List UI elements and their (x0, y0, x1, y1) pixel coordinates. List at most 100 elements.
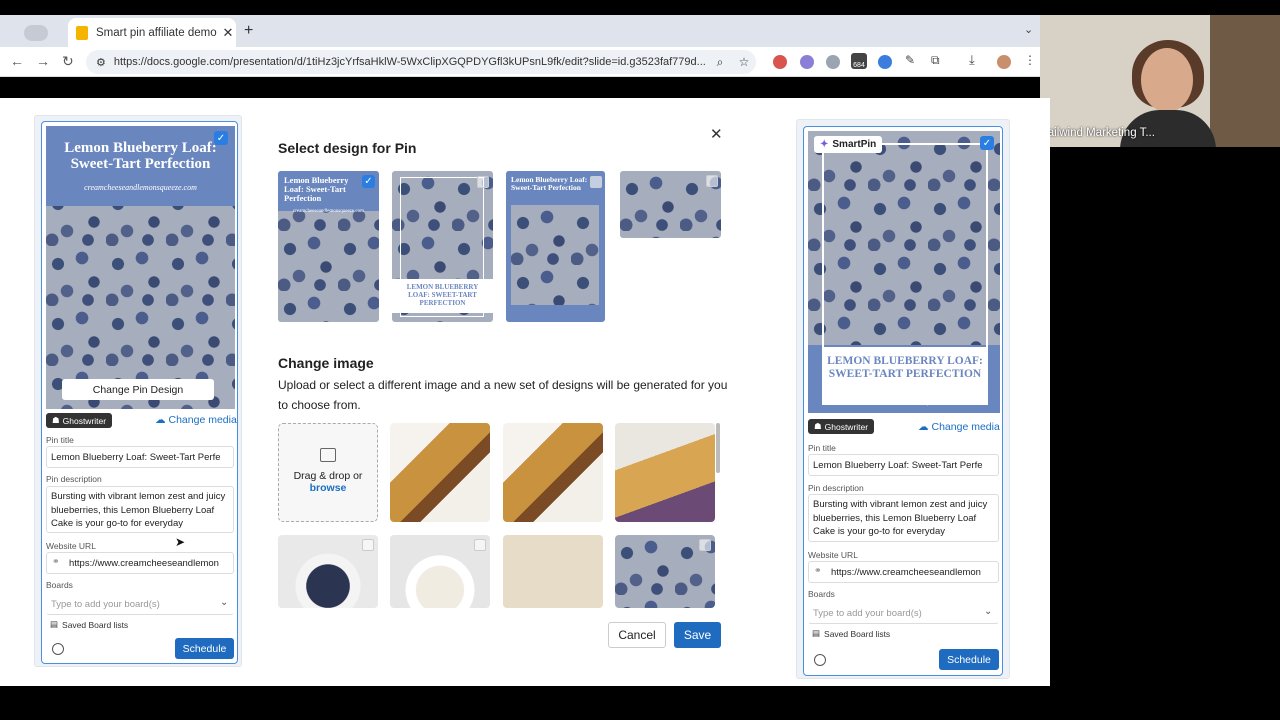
cloud-upload-icon: ☁ (918, 421, 929, 433)
thumb-checkbox[interactable] (699, 539, 711, 551)
download-icon[interactable]: ⤓ (969, 52, 983, 67)
left-pin-site: creamcheeseandlemonsqueeze.com (84, 183, 197, 192)
pin-description-textarea[interactable]: Bursting with vibrant lemon zest and jui… (808, 494, 999, 542)
design-option-4[interactable] (620, 171, 721, 238)
website-url-input[interactable]: https://www.creamcheeseandlemon (46, 552, 234, 574)
presenter-name: Tailwind Marketing T... (1042, 127, 1155, 139)
saved-board-lists-link[interactable]: ▤ Saved Board lists (50, 619, 128, 630)
left-pin-headline: Lemon Blueberry Loaf: Sweet-Tart Perfect… (64, 140, 217, 172)
design-3-checkbox[interactable] (590, 176, 602, 188)
extension-icon[interactable] (878, 55, 892, 69)
puzzle-icon[interactable]: ⧉ (931, 53, 945, 67)
browser-tab-active[interactable]: Smart pin affiliate demo - Go ✕ (68, 18, 236, 47)
save-button[interactable]: Save (674, 622, 721, 648)
site-settings-icon[interactable]: ⚙ (96, 56, 106, 69)
pin-title-input[interactable]: Lemon Blueberry Loaf: Sweet-Tart Perfe (46, 446, 234, 468)
close-tab-icon[interactable]: ✕ (220, 25, 236, 41)
design-option-2[interactable]: LEMON BLUEBERRY LOAF: SWEET-TART PERFECT… (392, 171, 493, 322)
boards-input[interactable]: Type to add your board(s) (808, 602, 999, 624)
change-media-button[interactable]: ☁ Change media (155, 414, 237, 426)
tab-search-chevron-icon[interactable]: ⌄ (1024, 23, 1033, 36)
profile-avatar[interactable] (997, 55, 1011, 69)
ghostwriter-icon: ☗ (52, 415, 60, 425)
clock-icon[interactable] (814, 654, 826, 666)
pen-icon[interactable]: ✎ (905, 53, 919, 67)
pin-title-label: Pin title (808, 443, 836, 453)
thumb-checkbox[interactable] (474, 539, 486, 551)
ghostwriter-label: Ghostwriter (62, 415, 107, 426)
image-thumb-blueberries[interactable] (615, 535, 715, 608)
bookmark-star-icon[interactable]: ☆ (732, 55, 756, 69)
forward-arrow-icon[interactable]: → (36, 53, 50, 69)
slides-favicon-icon (76, 25, 88, 40)
boards-label: Boards (808, 589, 835, 599)
tab-group-button[interactable] (14, 18, 58, 47)
pin-description-textarea[interactable]: Bursting with vibrant lemon zest and jui… (46, 486, 234, 533)
design-option-3[interactable]: Lemon Blueberry Loaf: Sweet-Tart Perfect… (506, 171, 605, 322)
schedule-button[interactable]: Schedule (175, 638, 234, 659)
extension-badge-count: 684 (853, 62, 865, 69)
url-text: https://docs.google.com/presentation/d/1… (113, 56, 706, 68)
boards-input[interactable]: Type to add your board(s) (46, 593, 234, 615)
ghostwriter-button[interactable]: ☗ Ghostwriter (808, 419, 875, 434)
left-card-checkbox[interactable]: ✓ (214, 131, 228, 145)
boards-placeholder: Type to add your board(s) (813, 607, 922, 619)
change-pin-design-button[interactable]: Change Pin Design (62, 379, 214, 400)
image-thumb-batter[interactable] (503, 535, 603, 608)
saved-board-lists-label: Saved Board lists (62, 619, 129, 630)
extension-icon[interactable] (800, 55, 814, 69)
left-pin-image: Lemon Blueberry Loaf: Sweet-Tart Perfect… (46, 126, 235, 409)
design-3-photo (511, 205, 599, 305)
new-tab-button[interactable]: + (244, 22, 253, 40)
browse-link[interactable]: browse (310, 482, 347, 494)
design-3-headline: Lemon Blueberry Loaf: Sweet-Tart Perfect… (511, 175, 588, 192)
ghostwriter-button[interactable]: ☗ Ghostwriter (46, 413, 113, 428)
link-icon: ⚭ (52, 556, 60, 566)
cancel-button[interactable]: Cancel (608, 622, 666, 648)
extension-badge-icon[interactable]: 684 (851, 53, 867, 69)
change-media-button[interactable]: ☁ Change media (918, 421, 1000, 433)
clock-icon[interactable] (52, 643, 64, 655)
image-thumb-flour-bowl[interactable] (390, 535, 490, 608)
design-option-1[interactable]: Lemon Blueberry Loaf: Sweet-Tart Perfect… (278, 171, 379, 322)
change-image-description: Upload or select a different image and a… (278, 378, 728, 412)
website-url-input[interactable]: https://www.creamcheeseandlemon (808, 561, 999, 583)
close-modal-icon[interactable]: ✕ (710, 125, 723, 143)
browser-tab-bar: Smart pin affiliate demo - Go ✕ + ⌄ (0, 15, 1040, 47)
right-pin-image: LEMON BLUEBERRY LOAF: SWEET-TART PERFECT… (808, 131, 1000, 413)
tab-group-icon (24, 24, 48, 41)
tab-title: Smart pin affiliate demo - Go (96, 26, 220, 39)
omnibox[interactable]: ⚙ https://docs.google.com/presentation/d… (86, 50, 756, 74)
design-1-site: creamcheeseandlemonsqueeze.com (293, 209, 364, 214)
schedule-button[interactable]: Schedule (939, 649, 999, 670)
change-media-label: Change media (168, 414, 237, 426)
right-card-checkbox[interactable]: ✓ (980, 136, 994, 150)
saved-board-lists-link[interactable]: ▤ Saved Board lists (812, 628, 890, 639)
clipboard-icon: ▤ (812, 628, 821, 638)
back-arrow-icon[interactable]: ← (10, 53, 24, 69)
image-thumb-loaf-1[interactable] (390, 423, 490, 522)
browser-menu-icon[interactable]: ⋮ (1024, 53, 1038, 67)
drag-drop-text: Drag & drop or (293, 470, 363, 482)
boards-label: Boards (46, 580, 73, 590)
change-media-label: Change media (931, 421, 1000, 433)
image-thumb-loaf-2[interactable] (503, 423, 603, 522)
image-thumb-blueberries-bowl[interactable] (278, 535, 378, 608)
reload-icon[interactable]: ↻ (62, 53, 74, 70)
thumb-checkbox[interactable] (362, 539, 374, 551)
website-url-label: Website URL (808, 550, 858, 560)
zoom-icon[interactable]: ⌕ (708, 55, 732, 70)
extension-icon[interactable] (826, 55, 840, 69)
clipboard-icon: ▤ (50, 619, 59, 629)
boards-chevron-down-icon[interactable]: ⌄ (984, 606, 992, 617)
extension-icon[interactable] (773, 55, 787, 69)
image-upload-dropzone[interactable]: Drag & drop or browse (278, 423, 378, 522)
design-2-checkbox[interactable] (477, 176, 489, 188)
pin-title-input[interactable]: Lemon Blueberry Loaf: Sweet-Tart Perfe (808, 454, 999, 476)
image-grid-scrollbar[interactable] (716, 423, 720, 473)
address-bar-row: ← → ↻ ⚙ https://docs.google.com/presenta… (0, 47, 1040, 77)
image-thumb-loaf-slice[interactable] (615, 423, 715, 522)
design-1-checkbox[interactable]: ✓ (362, 175, 375, 188)
design-4-checkbox[interactable] (706, 175, 718, 187)
boards-chevron-down-icon[interactable]: ⌄ (220, 597, 228, 608)
